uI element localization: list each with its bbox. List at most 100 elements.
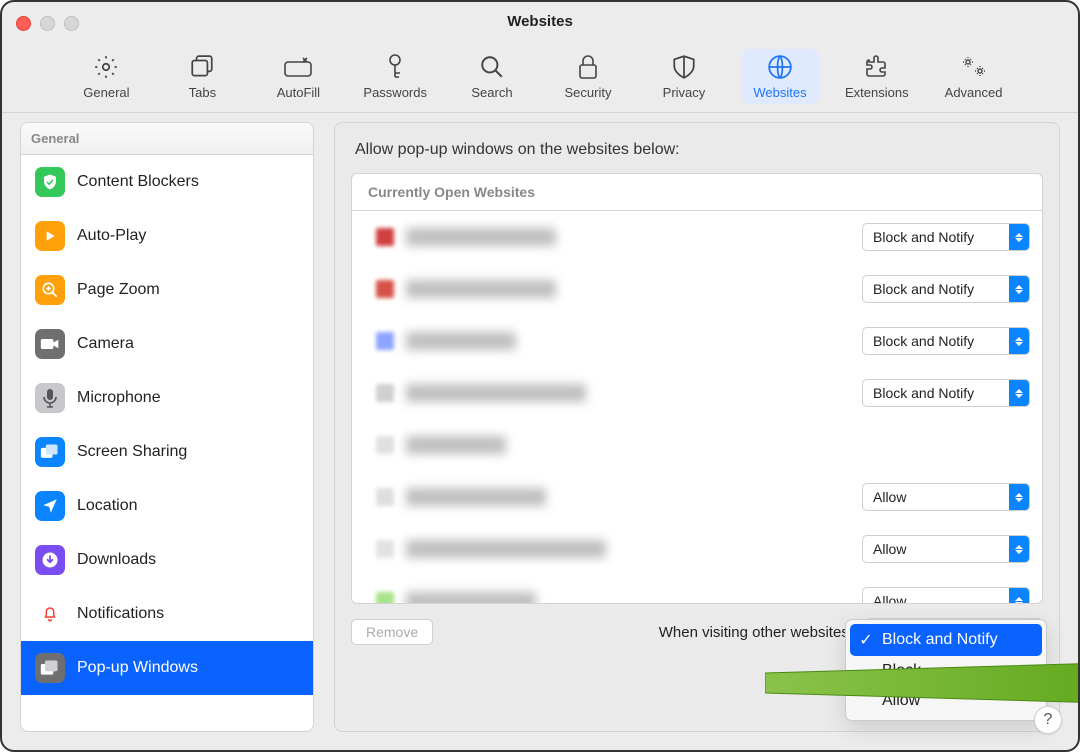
popup-policy-select[interactable]: Block and Notify (862, 223, 1030, 251)
sidebar-item-label: Downloads (77, 551, 156, 569)
security-icon (577, 53, 599, 81)
toolbar-tab-label: Passwords (363, 85, 427, 100)
sidebar-item-label: Camera (77, 335, 134, 353)
toolbar-tab-label: Security (565, 85, 612, 100)
sidebar-item-label: Pop-up Windows (77, 659, 198, 677)
toolbar-tab-label: AutoFill (277, 85, 320, 100)
sidebar-item-downloads[interactable]: Downloads (21, 533, 313, 587)
zoom-window-button[interactable] (64, 16, 79, 31)
toolbar-tab-label: Advanced (945, 85, 1003, 100)
play-icon (35, 221, 65, 251)
website-row[interactable]: Allow (352, 523, 1042, 575)
toolbar-tab-autofill[interactable]: AutoFill (259, 49, 337, 104)
toolbar-tab-search[interactable]: Search (453, 49, 531, 104)
sidebar-item-label: Notifications (77, 605, 164, 623)
website-row[interactable]: Block and Notify (352, 367, 1042, 419)
favicon-icon (376, 332, 394, 350)
sidebar-item-label: Content Blockers (77, 173, 199, 191)
minimize-window-button[interactable] (40, 16, 55, 31)
website-row[interactable]: Allow (352, 471, 1042, 523)
website-name-redacted (406, 592, 536, 603)
favicon-icon (376, 228, 394, 246)
popup-policy-select[interactable]: Allow (862, 483, 1030, 511)
website-name-redacted (406, 436, 506, 454)
toolbar-tab-general[interactable]: General (67, 49, 145, 104)
toolbar-tab-privacy[interactable]: Privacy (645, 49, 723, 104)
sidebar-item-label: Screen Sharing (77, 443, 187, 461)
help-button[interactable]: ? (1034, 706, 1062, 734)
shield-check-icon (35, 167, 65, 197)
dropdown-option[interactable]: Block (850, 656, 1042, 686)
table-rows[interactable]: Block and Notify Block and Notify Block an… (352, 211, 1042, 603)
toolbar-tab-websites[interactable]: Websites (741, 49, 819, 104)
sidebar-item-notifications[interactable]: Notifications (21, 587, 313, 641)
toolbar-tab-passwords[interactable]: Passwords (355, 49, 435, 104)
sidebar-item-microphone[interactable]: Microphone (21, 371, 313, 425)
table-heading: Currently Open Websites (352, 174, 1042, 211)
screens-icon (35, 437, 65, 467)
website-name-redacted (406, 332, 516, 350)
sidebar-item-page-zoom[interactable]: Page Zoom (21, 263, 313, 317)
select-stepper-icon (1009, 276, 1029, 302)
default-policy-dropdown[interactable]: ✓Block and Notify Block Allow (845, 619, 1047, 721)
popup-policy-select[interactable]: Block and Notify (862, 275, 1030, 303)
content-area: General Content BlockersAuto-PlayPage Zo… (20, 122, 1060, 732)
sidebar-item-screen-sharing[interactable]: Screen Sharing (21, 425, 313, 479)
dropdown-option-label: Block and Notify (882, 631, 998, 649)
close-window-button[interactable] (16, 16, 31, 31)
select-stepper-icon (1009, 328, 1029, 354)
website-row[interactable]: Block and Notify (352, 211, 1042, 263)
sidebar-item-location[interactable]: Location (21, 479, 313, 533)
toolbar-tab-label: Extensions (845, 85, 909, 100)
toolbar-tab-label: Websites (753, 85, 806, 100)
sidebar-item-auto-play[interactable]: Auto-Play (21, 209, 313, 263)
toolbar-tab-security[interactable]: Security (549, 49, 627, 104)
popup-policy-select[interactable]: Allow (862, 587, 1030, 603)
toolbar-tab-advanced[interactable]: Advanced (935, 49, 1013, 104)
tabs-icon (189, 53, 215, 81)
title-bar: Websites (2, 2, 1078, 40)
website-cell (376, 280, 862, 298)
sidebar-item-camera[interactable]: Camera (21, 317, 313, 371)
default-policy-label: When visiting other websites: (659, 624, 853, 641)
toolbar-tab-label: Tabs (189, 85, 216, 100)
dropdown-option[interactable]: ✓Block and Notify (850, 624, 1042, 656)
select-stepper-icon (1009, 536, 1029, 562)
select-stepper-icon (1009, 380, 1029, 406)
privacy-icon (671, 53, 697, 81)
passwords-icon (385, 53, 405, 81)
sidebar-item-label: Auto-Play (77, 227, 146, 245)
website-cell (376, 436, 1030, 454)
toolbar-tab-extensions[interactable]: Extensions (837, 49, 917, 104)
select-stepper-icon (1009, 484, 1029, 510)
website-name-redacted (406, 540, 606, 558)
dropdown-option[interactable]: Allow (850, 686, 1042, 716)
website-name-redacted (406, 384, 586, 402)
sidebar-item-content-blockers[interactable]: Content Blockers (21, 155, 313, 209)
website-row[interactable]: Allow (352, 575, 1042, 603)
toolbar-tab-tabs[interactable]: Tabs (163, 49, 241, 104)
popup-policy-select[interactable]: Allow (862, 535, 1030, 563)
websites-table: Currently Open Websites Block and Notify… (351, 173, 1043, 604)
sidebar-list: Content Blockers Auto-Play Page Zoom Camera… (21, 155, 313, 731)
download-icon (35, 545, 65, 575)
popup-policy-select[interactable]: Block and Notify (862, 379, 1030, 407)
sidebar-item-label: Microphone (77, 389, 161, 407)
camera-icon (35, 329, 65, 359)
website-row[interactable]: Block and Notify (352, 315, 1042, 367)
favicon-icon (376, 384, 394, 402)
favicon-icon (376, 280, 394, 298)
dropdown-option-label: Block (882, 662, 921, 680)
toolbar-tab-label: Search (471, 85, 512, 100)
website-row[interactable]: Block and Notify (352, 263, 1042, 315)
website-cell (376, 384, 862, 402)
website-cell (376, 592, 862, 603)
website-row[interactable] (352, 419, 1042, 471)
popup-policy-select[interactable]: Block and Notify (862, 327, 1030, 355)
sidebar-item-popup-windows[interactable]: Pop-up Windows (21, 641, 313, 695)
windows-icon (35, 653, 65, 683)
sidebar-item-label: Location (77, 497, 138, 515)
website-name-redacted (406, 280, 556, 298)
remove-button[interactable]: Remove (351, 619, 433, 645)
favicon-icon (376, 540, 394, 558)
